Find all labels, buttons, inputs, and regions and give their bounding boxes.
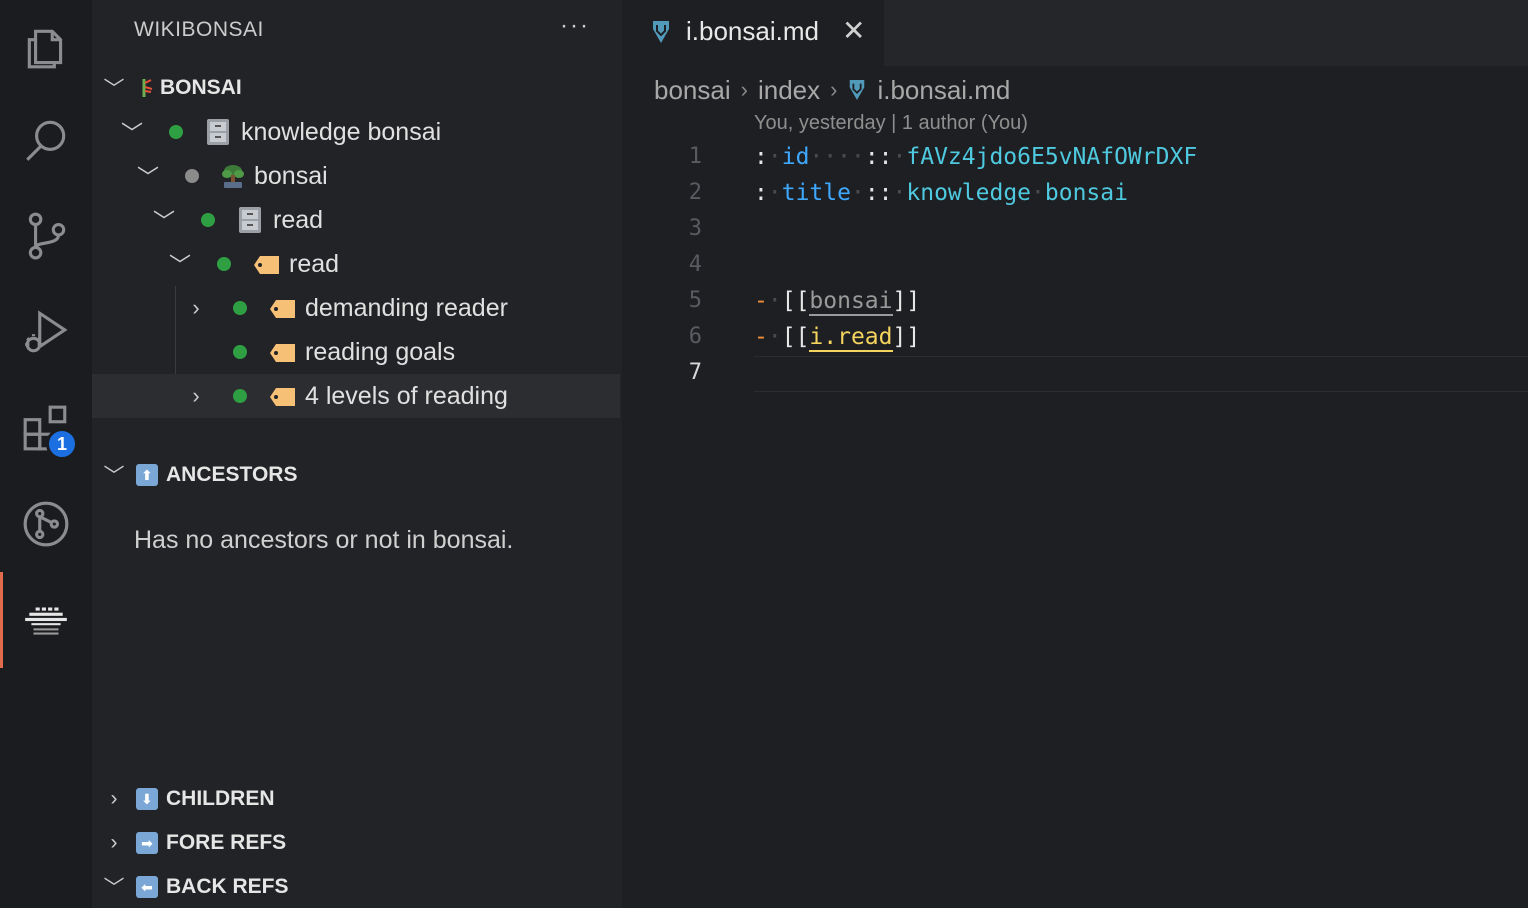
explorer-icon[interactable] xyxy=(0,0,92,96)
arrow-up-icon: ⬆ xyxy=(136,464,158,486)
children-section-header[interactable]: › ⬇ CHILDREN xyxy=(92,779,622,819)
chevron-right-icon: › xyxy=(740,77,748,102)
tree-item-label: read xyxy=(273,205,324,234)
tree-item-label: read xyxy=(289,249,340,278)
back-refs-section-label: BACK REFS xyxy=(166,875,289,898)
tree-item-label: 4 levels of reading xyxy=(305,381,508,410)
line-number: 6 xyxy=(688,324,702,349)
tree-item[interactable]: reading goals xyxy=(92,330,620,374)
code-line-1[interactable]: :·id····::·fAVz4jdo6E5vNAfOWrDXF xyxy=(754,144,1197,170)
status-dot xyxy=(233,301,247,315)
arrow-right-icon: ➡ xyxy=(136,832,158,854)
status-dot xyxy=(169,125,183,139)
status-dot xyxy=(217,257,231,271)
ancestors-section-header[interactable]: ﹀ ⬆ ANCESTORS xyxy=(92,455,622,495)
breadcrumb: bonsai › index › i.bonsai.md xyxy=(654,72,1010,108)
status-dot xyxy=(233,345,247,359)
editor: i.bonsai.md ✕ bonsai › index › i.bonsai.… xyxy=(622,0,1528,908)
chevron-down-icon: ﹀ xyxy=(103,877,125,900)
tree-item[interactable]: › demanding reader xyxy=(92,286,620,330)
tree-item[interactable]: › 4 levels of reading xyxy=(92,374,620,418)
chevron-down-icon: ﹀ xyxy=(168,253,191,278)
label-tag-icon xyxy=(269,341,297,365)
line-number: 3 xyxy=(688,216,702,241)
line-number: 4 xyxy=(688,252,702,277)
chevron-right-icon: › xyxy=(110,831,118,854)
extensions-icon[interactable] xyxy=(0,380,92,476)
bonsai-tree-icon xyxy=(219,163,247,188)
line-number: 2 xyxy=(688,180,702,205)
tab-label: i.bonsai.md xyxy=(686,16,819,46)
tree-item[interactable]: ﹀ knowledge bonsai xyxy=(92,110,620,154)
arrow-left-icon: ⬅ xyxy=(136,876,158,898)
tab-bar: i.bonsai.md ✕ xyxy=(622,0,1528,66)
status-dot xyxy=(185,169,199,183)
breadcrumb-item[interactable]: index xyxy=(758,75,820,106)
status-dot xyxy=(233,389,247,403)
line-number: 5 xyxy=(688,288,702,313)
wikibonsai-icon[interactable] xyxy=(0,572,92,668)
status-dot xyxy=(201,213,215,227)
wikilink-i-read[interactable]: i.read xyxy=(809,324,893,352)
tree-item-label: bonsai xyxy=(254,161,328,190)
fore-refs-section-header[interactable]: › ➡ FORE REFS xyxy=(92,823,622,863)
label-tag-icon xyxy=(269,385,297,409)
chevron-right-icon: › xyxy=(192,383,200,408)
git-blame-annotation[interactable]: You, yesterday | 1 author (You) xyxy=(754,112,1028,135)
breadcrumb-item[interactable]: bonsai xyxy=(654,75,731,106)
bonsai-section-header[interactable]: ﹀ BONSAI xyxy=(92,68,622,108)
close-icon[interactable]: ✕ xyxy=(842,14,865,47)
tree-item[interactable]: ﹀ read xyxy=(92,198,620,242)
bonsai-section-label: BONSAI xyxy=(160,76,242,99)
tab-i-bonsai-md[interactable]: i.bonsai.md ✕ xyxy=(622,0,884,66)
chevron-down-icon: ﹀ xyxy=(120,121,143,146)
line-number-active: 7 xyxy=(688,360,702,385)
git-graph-icon[interactable] xyxy=(0,476,92,572)
activity-bar: 1 xyxy=(0,0,92,908)
chevron-down-icon: ﹀ xyxy=(152,209,175,234)
chevron-down-icon: ﹀ xyxy=(103,465,125,488)
file-cabinet-icon xyxy=(205,118,233,145)
chevron-right-icon: › xyxy=(830,77,838,102)
search-icon[interactable] xyxy=(0,92,92,188)
chevron-right-icon: › xyxy=(110,787,118,810)
wikilink-bonsai[interactable]: bonsai xyxy=(809,288,893,316)
chevron-right-icon: › xyxy=(192,295,200,320)
tree-item-label: reading goals xyxy=(305,337,456,366)
current-line-highlight xyxy=(754,356,1528,392)
source-control-icon[interactable] xyxy=(0,188,92,284)
markdown-file-icon xyxy=(650,20,672,49)
tree-item[interactable]: ﹀ bonsai xyxy=(92,154,620,198)
breadcrumb-item[interactable]: i.bonsai.md xyxy=(877,75,1010,106)
children-section-label: CHILDREN xyxy=(166,787,275,810)
markdown-file-icon xyxy=(847,79,867,101)
ancestors-empty-message: Has no ancestors or not in bonsai. xyxy=(134,526,514,554)
fore-refs-section-label: FORE REFS xyxy=(166,831,287,854)
back-refs-section-header[interactable]: ﹀ ⬅ BACK REFS xyxy=(92,867,622,907)
sidebar: WIKIBONSAI ··· ﹀ BONSAI ﹀ knowledge bons… xyxy=(92,0,622,908)
chevron-down-icon: ﹀ xyxy=(136,165,159,190)
chevron-down-icon: ﹀ xyxy=(103,78,125,101)
extensions-badge: 1 xyxy=(46,428,78,460)
code-line-5[interactable]: -·[[bonsai]] xyxy=(754,288,920,316)
tree-item-label: demanding reader xyxy=(305,293,508,322)
file-cabinet-icon xyxy=(237,206,265,233)
more-actions-button[interactable]: ··· xyxy=(560,12,590,40)
label-tag-icon xyxy=(253,253,281,277)
code-line-6[interactable]: -·[[i.read]] xyxy=(754,324,920,352)
bonsai-sprout-icon xyxy=(136,77,154,99)
code-line-2[interactable]: :·title·::·knowledge·bonsai xyxy=(754,180,1128,206)
arrow-down-icon: ⬇ xyxy=(136,788,158,810)
line-number: 1 xyxy=(688,144,702,169)
label-tag-icon xyxy=(269,297,297,321)
run-debug-icon[interactable] xyxy=(0,284,92,380)
ancestors-section-label: ANCESTORS xyxy=(166,463,298,486)
sidebar-title: WIKIBONSAI xyxy=(134,18,264,41)
tree-item-label: knowledge bonsai xyxy=(241,117,442,146)
tree-item[interactable]: ﹀ read xyxy=(92,242,620,286)
